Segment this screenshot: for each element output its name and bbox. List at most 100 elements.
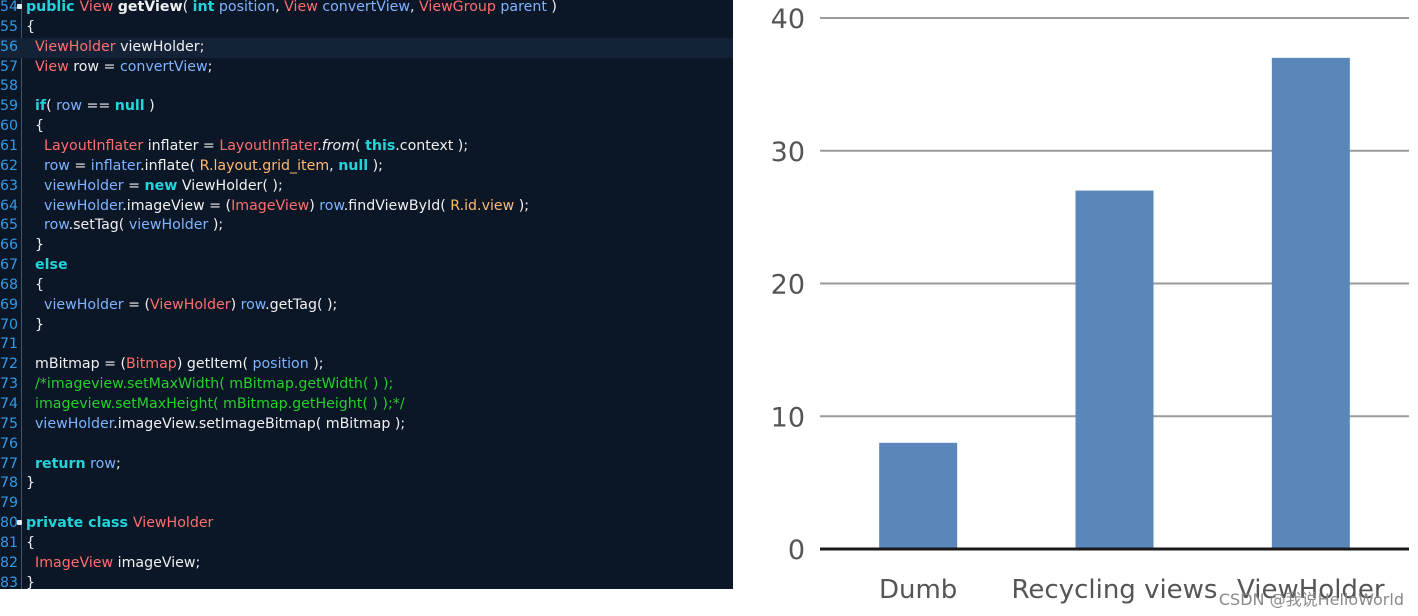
code-text: private class ViewHolder <box>26 515 214 532</box>
y-tick-label: 20 <box>771 270 805 301</box>
y-tick-label: 10 <box>771 402 805 433</box>
code-text: viewHolder.imageView.setImageBitmap( mBi… <box>35 415 406 432</box>
code-text: if( row == null ) <box>35 98 155 115</box>
code-line[interactable]: 64 viewHolder.imageView = (ImageView) ro… <box>0 197 733 217</box>
line-number: 78 <box>0 475 19 492</box>
line-number: 57 <box>0 58 19 75</box>
line-number: 63 <box>0 177 19 194</box>
code-text: { <box>26 276 45 293</box>
line-number: 66 <box>0 237 19 254</box>
code-text: View row = convertView; <box>35 58 213 75</box>
code-text: } <box>26 237 45 254</box>
line-number: 65 <box>0 217 19 234</box>
code-line[interactable]: 77 return row; <box>0 455 733 475</box>
line-number: 72 <box>0 356 19 373</box>
code-line[interactable]: 69 viewHolder = (ViewHolder) row.getTag(… <box>0 296 733 316</box>
code-line[interactable]: 65 row.setTag( viewHolder ); <box>0 216 733 236</box>
code-text: } <box>26 475 36 492</box>
code-text: imageview.setMaxHeight( mBitmap.getHeigh… <box>35 396 405 412</box>
code-line[interactable]: 61 LayoutInflater inflater = LayoutInfla… <box>0 137 733 157</box>
line-number: 64 <box>0 197 19 214</box>
code-text: else <box>35 257 68 274</box>
code-text: row.setTag( viewHolder ); <box>44 217 224 234</box>
code-text: viewHolder.imageView = (ImageView) row.f… <box>44 197 530 214</box>
line-number: 58 <box>0 78 19 95</box>
line-number: 81 <box>0 534 19 551</box>
code-text: ViewHolder viewHolder; <box>35 38 205 55</box>
line-number: 69 <box>0 296 19 313</box>
code-text: mBitmap = (Bitmap) getItem( position ); <box>26 356 324 373</box>
code-text: { <box>26 118 45 135</box>
code-line[interactable]: 57 View row = convertView; <box>0 58 733 78</box>
code-line[interactable]: 63 viewHolder = new ViewHolder( ); <box>0 177 733 197</box>
line-number: 68 <box>0 276 19 293</box>
code-line[interactable]: 82 ImageView imageView; <box>0 554 733 574</box>
code-line[interactable]: 74 imageview.setMaxHeight( mBitmap.getHe… <box>0 395 733 415</box>
line-number: 61 <box>0 137 19 154</box>
line-number: 71 <box>0 336 19 353</box>
code-line[interactable]: 66 } <box>0 236 733 256</box>
code-line[interactable]: 76 <box>0 435 733 455</box>
code-line[interactable]: 70 } <box>0 316 733 336</box>
code-text: } <box>26 574 36 589</box>
line-number: 54 <box>0 0 19 15</box>
line-number: 82 <box>0 554 19 571</box>
code-editor[interactable]: 54 public View getView( int position, Vie… <box>0 0 733 589</box>
code-text: } <box>26 316 45 333</box>
code-text: /*imageview.setMaxWidth( mBitmap.getWidt… <box>35 376 394 393</box>
line-number: 76 <box>0 435 19 452</box>
line-number: 62 <box>0 157 19 174</box>
code-line[interactable]: 60 { <box>0 117 733 137</box>
y-tick-label: 30 <box>771 137 805 168</box>
line-number: 83 <box>0 574 19 589</box>
code-line[interactable]: 54 public View getView( int position, Vie… <box>0 0 733 18</box>
code-line[interactable]: 81 { <box>0 534 733 554</box>
line-number: 56 <box>0 38 19 55</box>
code-line[interactable]: 79 <box>0 494 733 514</box>
fold-marker-icon[interactable] <box>17 520 22 526</box>
line-number: 59 <box>0 98 19 115</box>
y-tick-label: 40 <box>771 4 805 35</box>
code-text: viewHolder = new ViewHolder( ); <box>44 177 283 194</box>
code-text: { <box>26 18 36 35</box>
line-number: 67 <box>0 257 19 274</box>
line-number: 73 <box>0 376 19 393</box>
line-number: 60 <box>0 118 19 135</box>
code-line[interactable]: 59 if( row == null ) <box>0 97 733 117</box>
x-tick-label: Recycling views <box>1012 575 1218 605</box>
code-line[interactable]: 71 <box>0 335 733 355</box>
code-text: LayoutInflater inflater = LayoutInflater… <box>44 137 469 154</box>
code-line[interactable]: 73 /*imageview.setMaxWidth( mBitmap.getW… <box>0 375 733 395</box>
code-line[interactable]: 72 mBitmap = (Bitmap) getItem( position … <box>0 355 733 375</box>
code-text: public View getView( int position, View … <box>26 0 557 15</box>
code-text: return row; <box>35 455 121 472</box>
watermark: CSDN @我说HelloWorld <box>1218 590 1404 609</box>
line-number: 75 <box>0 415 19 432</box>
bar-chart: 0 10 20 30 40 Dumb Recycling views ViewHolder <box>733 0 1418 616</box>
code-line[interactable]: 78} <box>0 474 733 494</box>
line-number: 74 <box>0 396 19 412</box>
code-text: ImageView imageView; <box>35 554 201 571</box>
code-text: { <box>26 534 36 551</box>
code-text: row = inflater.inflate( R.layout.grid_it… <box>44 157 383 174</box>
x-tick-label: Dumb <box>879 575 957 605</box>
bar <box>879 442 958 549</box>
bar-chart-svg: 010203040Dumb Recycling views ViewHolder <box>771 4 1409 605</box>
code-text: viewHolder = (ViewHolder) row.getTag( ); <box>44 296 338 313</box>
line-number: 79 <box>0 495 19 512</box>
code-line[interactable]: 55 { <box>0 18 733 38</box>
line-number: 80 <box>0 515 19 532</box>
code-line[interactable]: 68 { <box>0 276 733 296</box>
fold-marker-icon[interactable] <box>17 4 22 9</box>
code-line[interactable]: 62 row = inflater.inflate( R.layout.grid… <box>0 157 733 177</box>
code-line[interactable]: 67 else <box>0 256 733 276</box>
code-line[interactable]: 56 ViewHolder viewHolder; <box>0 37 733 58</box>
code-line[interactable]: 83} <box>0 574 733 589</box>
code-line[interactable]: 80 private class ViewHolder <box>0 514 733 534</box>
code-line[interactable]: 58 <box>0 77 733 97</box>
line-number: 70 <box>0 316 19 333</box>
code-line[interactable]: 75 viewHolder.imageView.setImageBitmap( … <box>0 415 733 435</box>
line-number: 55 <box>0 18 19 35</box>
y-tick-label: 0 <box>788 535 805 566</box>
bar <box>1075 190 1154 549</box>
